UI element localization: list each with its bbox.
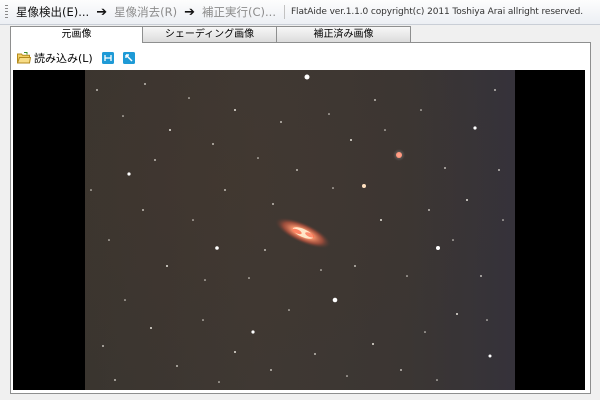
image-tabs: 元画像 シェーディング画像 補正済み画像 <box>10 26 411 43</box>
toolbar-grip-icon[interactable] <box>5 5 8 19</box>
arrow-right-icon: ➔ <box>96 4 108 20</box>
astro-image <box>85 70 515 390</box>
astro-image-svg <box>90 74 504 383</box>
load-button[interactable]: 読み込み(L) <box>17 50 93 66</box>
galaxy <box>275 217 331 249</box>
detect-stars-menu[interactable]: 星像検出(E)... <box>14 4 91 20</box>
tab-shading-image[interactable]: シェーディング画像 <box>142 26 277 42</box>
erase-stars-menu[interactable]: 星像消去(R) <box>112 4 179 20</box>
command-bar: 星像検出(E)... ➔ 星像消去(R) ➔ 補正実行(C)... FlatAi… <box>0 0 600 25</box>
image-viewer[interactable] <box>13 70 585 390</box>
arrow-right-icon: ➔ <box>184 4 195 20</box>
load-button-label: 読み込み(L) <box>34 52 93 65</box>
tab-page-original: 読み込み(L) <box>10 42 591 394</box>
zoom-icon[interactable] <box>122 52 135 64</box>
app-info-text: FlatAide ver.1.1.0 copyright(c) 2011 Tos… <box>290 7 583 17</box>
menu-separator <box>283 5 285 19</box>
fit-to-window-icon[interactable] <box>101 52 114 64</box>
window-bottom-border <box>0 394 600 400</box>
tab-original-image[interactable]: 元画像 <box>10 26 143 43</box>
image-toolbar: 読み込み(L) <box>17 50 135 66</box>
run-correction-menu[interactable]: 補正実行(C)... <box>200 4 278 20</box>
folder-open-icon <box>17 52 31 64</box>
tab-corrected-image[interactable]: 補正済み画像 <box>276 26 411 42</box>
